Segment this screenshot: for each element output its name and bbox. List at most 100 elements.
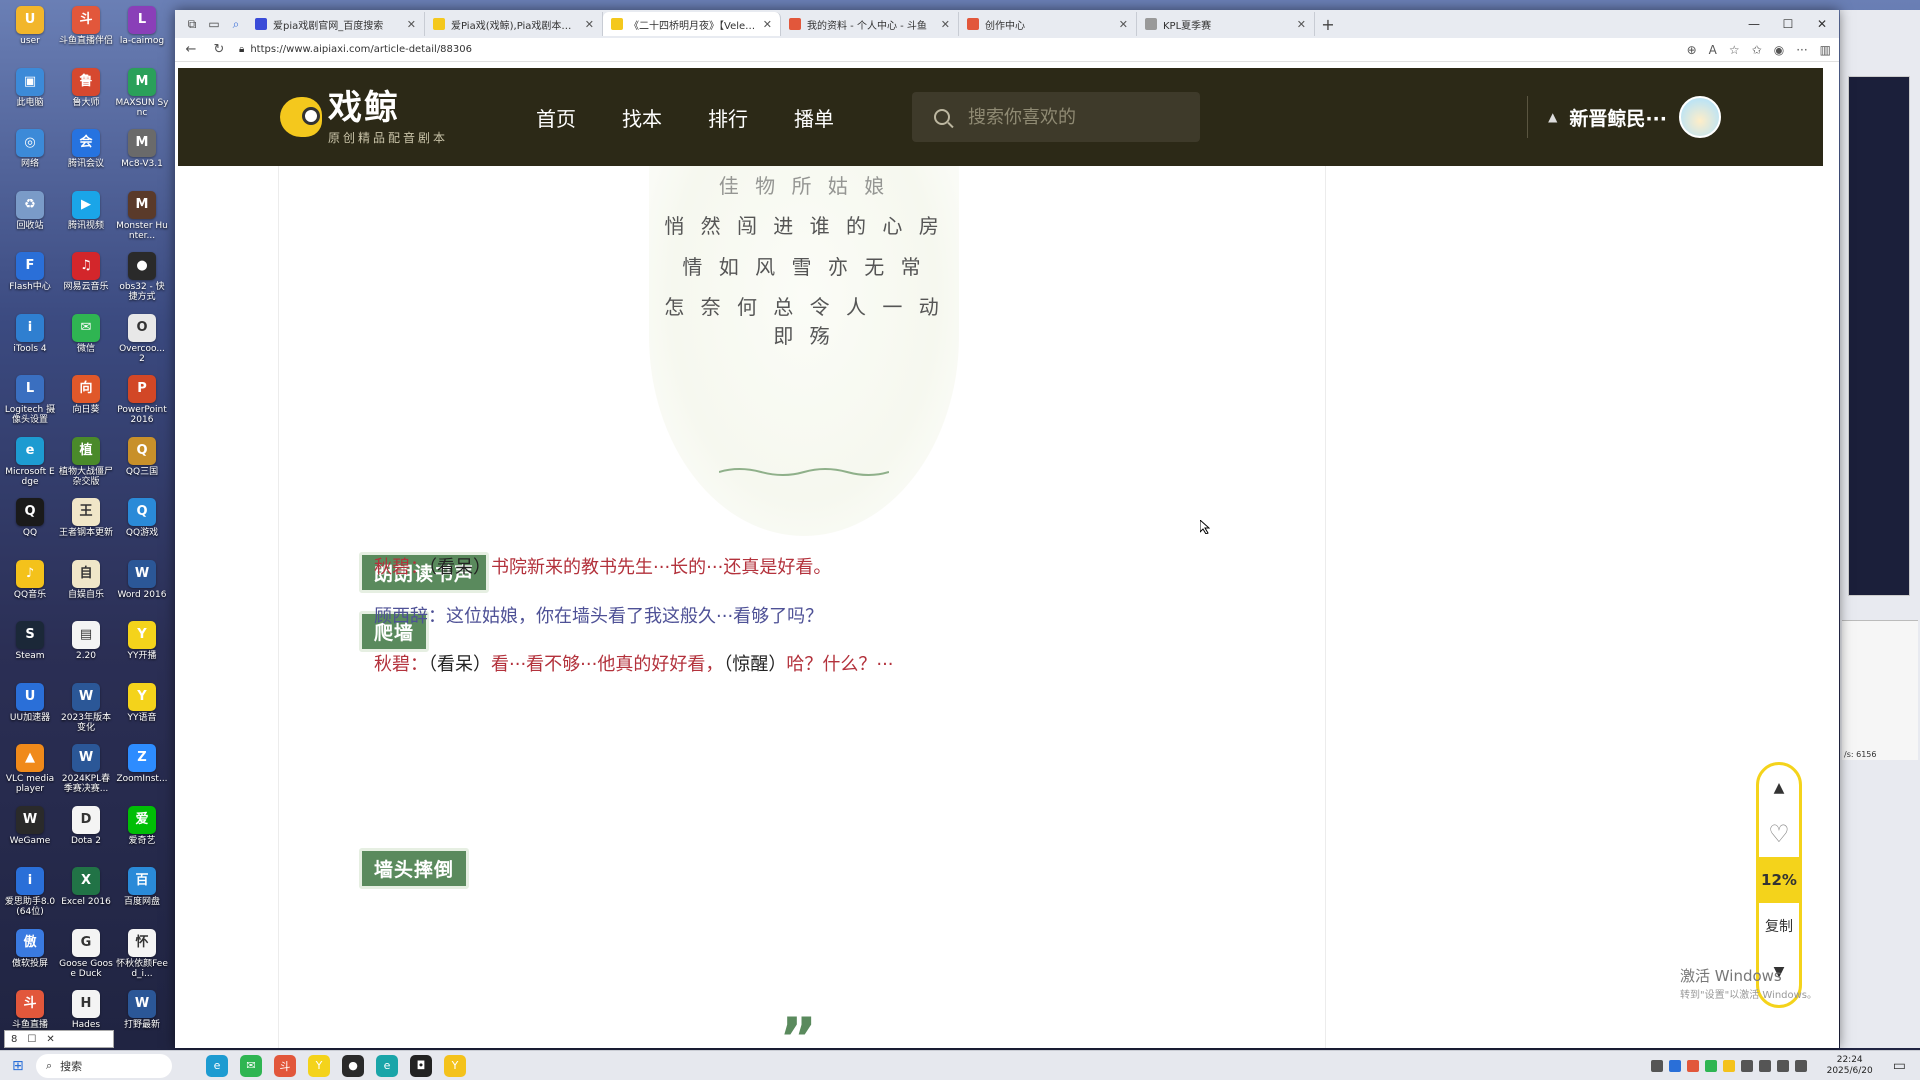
yy-taskbar-icon[interactable]: Y bbox=[308, 1054, 330, 1077]
douyu-taskbar-icon[interactable]: 斗 bbox=[274, 1054, 296, 1077]
nav-ranking[interactable]: 排行 bbox=[708, 103, 748, 132]
tray-app-icon[interactable] bbox=[1740, 1059, 1753, 1072]
desktop-icon[interactable]: 爱爱奇艺 bbox=[114, 804, 170, 866]
tab-close-icon[interactable]: ✕ bbox=[941, 18, 950, 31]
desktop-icon[interactable]: X Excel 2016 bbox=[58, 865, 114, 927]
close-window-button[interactable]: ✕ bbox=[1805, 17, 1839, 31]
edge-taskbar-icon[interactable]: e bbox=[206, 1054, 228, 1077]
desktop-icon[interactable]: Lla-caimog bbox=[114, 4, 170, 66]
desktop-icon[interactable]: L Logitech 摄像头设置 bbox=[2, 373, 58, 435]
browser-tab[interactable]: 创作中心 ✕ bbox=[959, 12, 1137, 36]
desktop-icon[interactable]: W WeGame bbox=[2, 804, 58, 866]
desktop-icon[interactable]: ◎ 网络 bbox=[2, 127, 58, 189]
microphone-icon[interactable] bbox=[1794, 1059, 1807, 1072]
browser-tab[interactable]: 爱pia戏剧官网_百度搜索 ✕ bbox=[247, 12, 425, 36]
browser-tab[interactable]: KPL夏季赛 ✕ bbox=[1137, 12, 1315, 36]
profile-icon[interactable]: ◉ bbox=[1774, 43, 1784, 57]
wechat-taskbar-icon[interactable]: ✉ bbox=[240, 1054, 262, 1077]
desktop-icon[interactable]: 植植物大战僵尸杂交版 bbox=[58, 435, 114, 497]
desktop-icon[interactable]: i 爱思助手8.0(64位) bbox=[2, 865, 58, 927]
desktop-icon[interactable]: ▤ 2.20 bbox=[58, 619, 114, 681]
desktop-icon[interactable]: ♫ 网易云音乐 bbox=[58, 250, 114, 312]
taskbar-search[interactable]: ⌕ 搜索 bbox=[36, 1053, 172, 1078]
obs-taskbar-icon[interactable]: ● bbox=[342, 1054, 364, 1077]
nav-home[interactable]: 首页 bbox=[536, 103, 576, 132]
desktop-icon[interactable]: ▲ VLC media player bbox=[2, 742, 58, 804]
desktop-icon[interactable]: G Goose Goose Duck bbox=[58, 927, 114, 989]
desktop-icon[interactable]: W Word 2016 bbox=[114, 558, 170, 620]
tray-app-icon[interactable] bbox=[1722, 1059, 1735, 1072]
desktop-icon[interactable]: 斗斗鱼直播伴侣 bbox=[58, 4, 114, 66]
tray-app-icon[interactable] bbox=[1704, 1059, 1717, 1072]
desktop-icon[interactable]: Z ZoomInst... bbox=[114, 742, 170, 804]
favorites-icon[interactable]: ✩ bbox=[1752, 43, 1762, 57]
yy-voice-taskbar-icon[interactable]: Y bbox=[444, 1054, 466, 1077]
desktop-icon[interactable]: 向向日葵 bbox=[58, 373, 114, 435]
tray-app-icon[interactable] bbox=[1686, 1059, 1699, 1072]
new-tab-button[interactable]: + bbox=[1315, 12, 1341, 36]
read-aloud-icon[interactable]: A bbox=[1709, 43, 1717, 57]
desktop-icon[interactable]: W 2024KPL春季赛决赛... bbox=[58, 742, 114, 804]
desktop-icon[interactable]: Uuser bbox=[2, 4, 58, 66]
desktop-icon[interactable]: 会腾讯会议 bbox=[58, 127, 114, 189]
copy-button[interactable]: 复制 bbox=[1759, 903, 1799, 949]
desktop-icon[interactable]: Y YY语音 bbox=[114, 681, 170, 743]
tab-close-icon[interactable]: ✕ bbox=[407, 18, 416, 31]
site-logo[interactable]: 戏鲸 原创精品配音剧本 bbox=[280, 89, 448, 146]
desktop-icon[interactable]: M Mc8-V3.1 bbox=[114, 127, 170, 189]
desktop-icon[interactable]: ♻ 回收站 bbox=[2, 189, 58, 251]
desktop-icon[interactable]: Q QQ三国 bbox=[114, 435, 170, 497]
desktop-icon[interactable]: W 打野最新 bbox=[114, 988, 170, 1050]
desktop-icon[interactable]: S Steam bbox=[2, 619, 58, 681]
nav-find-script[interactable]: 找本 bbox=[622, 103, 662, 132]
volume-icon[interactable] bbox=[1776, 1059, 1789, 1072]
tab-close-icon[interactable]: ✕ bbox=[1297, 18, 1306, 31]
user-menu[interactable]: ▲ 新晋鲸民··· bbox=[1527, 96, 1721, 138]
desktop-icon[interactable]: 百百度网盘 bbox=[114, 865, 170, 927]
browser-tab[interactable]: 《二十四桥明月夜》【Velement】 ✕ bbox=[603, 12, 781, 36]
scroll-top-icon[interactable]: ▲ bbox=[1759, 765, 1799, 811]
desktop-icon[interactable]: Y YY开播 bbox=[114, 619, 170, 681]
sidebar-icon[interactable]: ▥ bbox=[1820, 43, 1831, 57]
desktop-icon[interactable]: O Overcoo... 2 bbox=[114, 312, 170, 374]
desktop-icon[interactable]: Q QQ bbox=[2, 496, 58, 558]
search-icon[interactable] bbox=[934, 109, 951, 125]
desktop-icon[interactable]: U UU加速器 bbox=[2, 681, 58, 743]
app-taskbar-icon[interactable]: ◘ bbox=[410, 1054, 432, 1077]
desktop-icon[interactable]: ✉ 微信 bbox=[58, 312, 114, 374]
heart-icon[interactable]: ♡ bbox=[1759, 811, 1799, 857]
desktop-icon[interactable]: 自自娱自乐 bbox=[58, 558, 114, 620]
workspaces-icon[interactable]: ⧉ bbox=[181, 13, 203, 35]
minimize-button[interactable]: — bbox=[1737, 17, 1771, 31]
desktop-icon[interactable]: 怀怀秋依颜Feed_i... bbox=[114, 927, 170, 989]
url-field[interactable]: 🔒︎ https://www.aipiaxi.com/article-detai… bbox=[239, 44, 1675, 55]
desktop-icon[interactable]: M MAXSUN Sync bbox=[114, 66, 170, 128]
avatar[interactable] bbox=[1679, 96, 1721, 138]
background-window[interactable]: /s: 6156 bbox=[1840, 10, 1920, 1048]
mini-window-close-icon[interactable]: ✕ bbox=[46, 1034, 54, 1045]
tab-close-icon[interactable]: ✕ bbox=[585, 18, 594, 31]
desktop-icon[interactable]: ▶ 腾讯视频 bbox=[58, 189, 114, 251]
search-tab-icon[interactable]: ⌕ bbox=[225, 13, 247, 35]
start-icon[interactable]: ⊞ bbox=[12, 1058, 24, 1074]
browser-taskbar-icon[interactable]: e bbox=[376, 1054, 398, 1077]
zoom-icon[interactable]: ⊕ bbox=[1687, 43, 1697, 57]
desktop-icon[interactable]: e Microsoft Edge bbox=[2, 435, 58, 497]
desktop-icon[interactable]: Q QQ游戏 bbox=[114, 496, 170, 558]
nav-playlist[interactable]: 播单 bbox=[794, 103, 834, 132]
favorite-star-icon[interactable]: ☆ bbox=[1729, 43, 1740, 57]
taskbar-clock[interactable]: 22:24 2025/6/20 bbox=[1827, 1055, 1873, 1077]
mini-window-restore-icon[interactable]: ☐ bbox=[27, 1034, 36, 1045]
desktop-icon[interactable]: ▣ 此电脑 bbox=[2, 66, 58, 128]
maximize-button[interactable]: ☐ bbox=[1771, 17, 1805, 31]
desktop-icon[interactable]: ♪ QQ音乐 bbox=[2, 558, 58, 620]
tab-close-icon[interactable]: ✕ bbox=[1119, 18, 1128, 31]
network-icon[interactable] bbox=[1758, 1059, 1771, 1072]
desktop-icon[interactable]: D Dota 2 bbox=[58, 804, 114, 866]
browser-tab[interactable]: 我的资料 - 个人中心 - 斗鱼 ✕ bbox=[781, 12, 959, 36]
desktop-icon[interactable]: F Flash中心 bbox=[2, 250, 58, 312]
tab-close-icon[interactable]: ✕ bbox=[763, 18, 772, 31]
tab-actions-icon[interactable]: ▭ bbox=[203, 13, 225, 35]
desktop-icon[interactable]: P PowerPoint 2016 bbox=[114, 373, 170, 435]
desktop-icon[interactable]: 鲁鲁大师 bbox=[58, 66, 114, 128]
